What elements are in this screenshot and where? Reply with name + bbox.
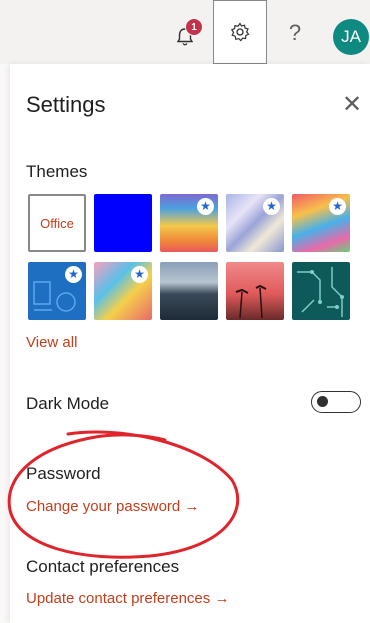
premium-star-icon: ★ — [329, 198, 346, 215]
theme-silk[interactable]: ★ — [226, 194, 284, 252]
toggle-knob — [317, 396, 328, 407]
theme-office[interactable]: Office — [28, 194, 86, 252]
update-contact-preferences-link[interactable]: Update contact preferences → — [26, 590, 229, 607]
theme-pastel[interactable]: ★ — [94, 262, 152, 320]
theme-unicorn[interactable]: ★ — [292, 194, 350, 252]
help-button[interactable]: ? — [278, 16, 312, 50]
avatar[interactable]: JA — [333, 19, 369, 55]
theme-palm-sunset[interactable] — [226, 262, 284, 320]
circuit-pattern — [297, 267, 344, 317]
dark-mode-label: Dark Mode — [26, 394, 110, 413]
panel-title: Settings — [26, 92, 106, 117]
gear-icon — [230, 22, 250, 42]
theme-circuit[interactable] — [292, 262, 350, 320]
close-icon[interactable]: ✕ — [342, 90, 362, 119]
contact-preferences-heading: Contact preferences — [26, 557, 180, 576]
premium-star-icon: ★ — [65, 266, 82, 283]
password-heading: Password — [26, 464, 101, 483]
top-bar: 1 ? JA — [0, 0, 370, 64]
theme-mountain[interactable] — [160, 262, 218, 320]
change-password-link[interactable]: Change your password → — [26, 498, 199, 515]
theme-office-label: Office — [40, 215, 74, 231]
premium-star-icon: ★ — [131, 266, 148, 283]
theme-blueprint[interactable]: ★ — [28, 262, 86, 320]
dark-mode-toggle[interactable] — [311, 391, 361, 413]
palm-trees-pattern — [235, 284, 267, 319]
theme-rainbow[interactable]: ★ — [160, 194, 218, 252]
theme-blue[interactable] — [94, 194, 152, 252]
themes-heading: Themes — [26, 162, 88, 181]
premium-star-icon: ★ — [197, 198, 214, 215]
help-icon: ? — [288, 20, 302, 45]
view-all-themes-link[interactable]: View all — [26, 334, 77, 351]
premium-star-icon: ★ — [263, 198, 280, 215]
notification-badge: 1 — [185, 18, 203, 36]
settings-panel: Settings ✕ Themes Office ★ ★ ★ ★ ★ View … — [10, 64, 370, 623]
settings-button[interactable] — [213, 0, 267, 64]
